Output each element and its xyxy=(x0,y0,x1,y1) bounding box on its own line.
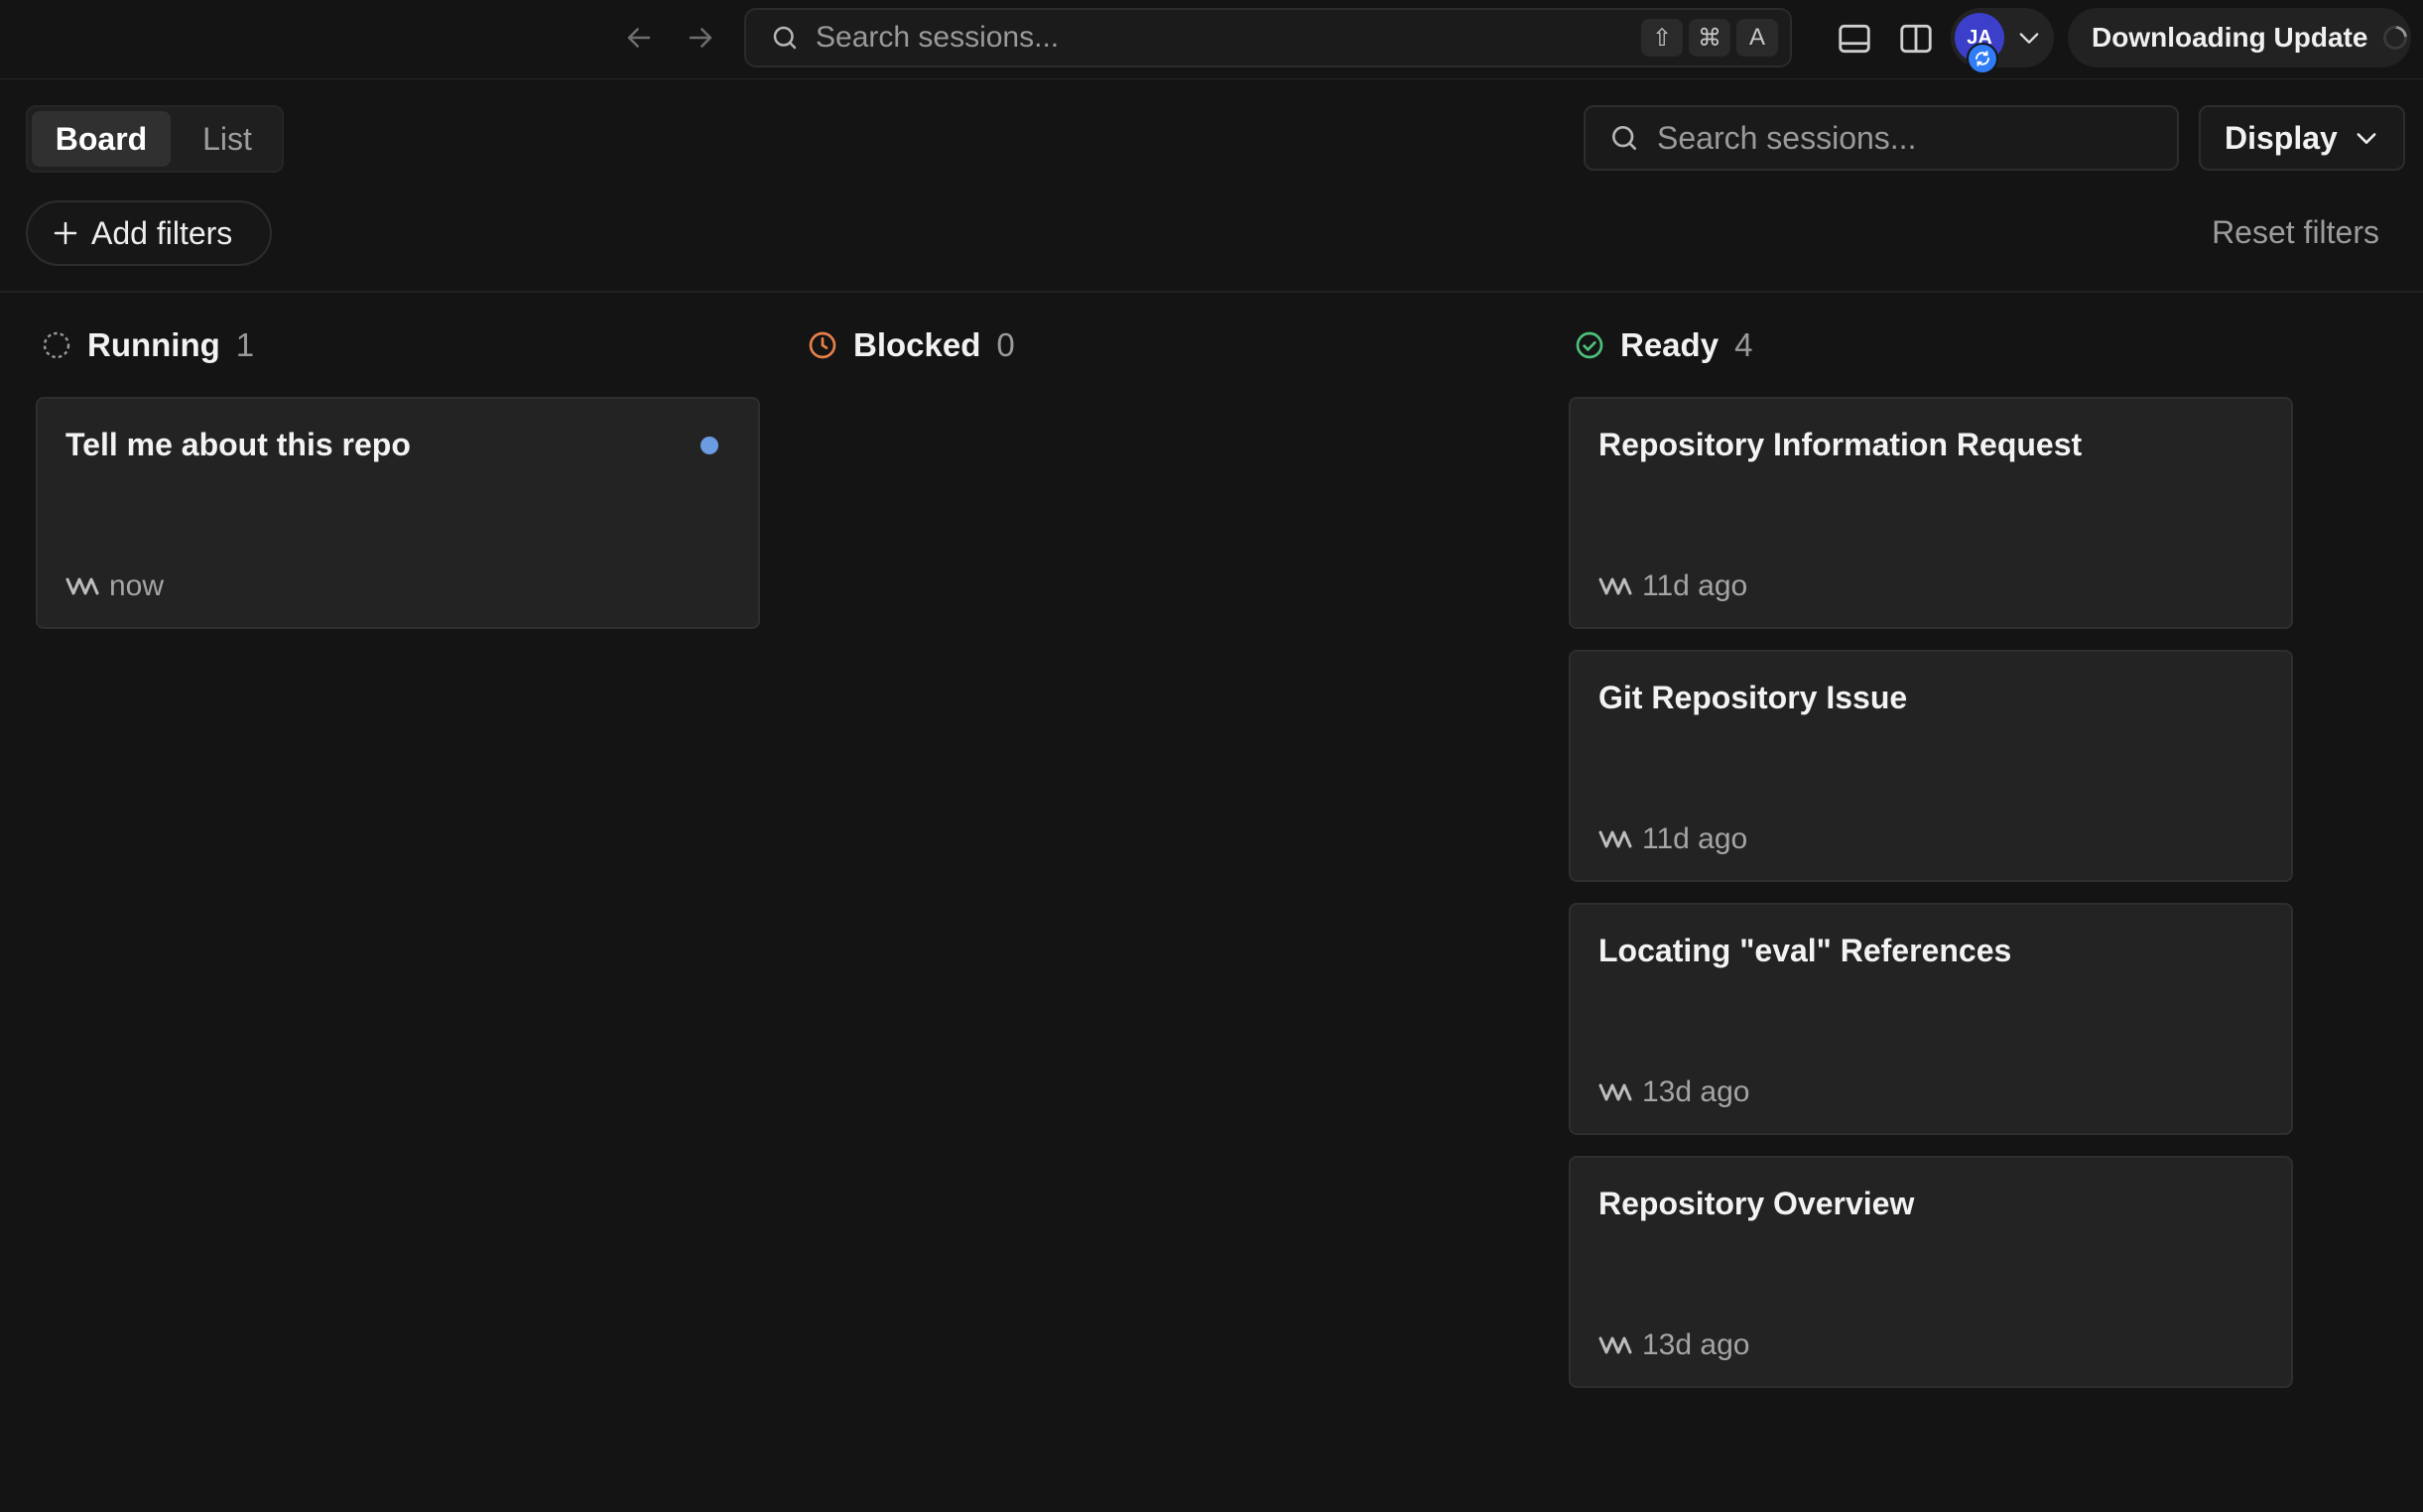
a-key: A xyxy=(1736,19,1778,57)
session-card[interactable]: Repository Information Request 11d ago xyxy=(1569,397,2293,629)
session-meta: 13d ago xyxy=(1598,1075,1749,1109)
column-count: 1 xyxy=(235,326,255,363)
session-title: Git Repository Issue xyxy=(1598,680,1908,715)
sync-icon xyxy=(1967,43,1998,74)
session-meta: 11d ago xyxy=(1598,822,1747,856)
session-card[interactable]: Locating "eval" References 13d ago xyxy=(1569,903,2293,1135)
shift-key: ⇧ xyxy=(1641,19,1683,57)
session-search-input[interactable]: Search sessions... xyxy=(1584,105,2179,171)
search-icon xyxy=(768,21,802,55)
forward-arrow-icon[interactable] xyxy=(683,20,718,56)
unread-dot xyxy=(701,437,718,454)
add-filters-button[interactable]: Add filters xyxy=(26,200,272,266)
column-header-ready: Ready 4 xyxy=(1573,325,1752,365)
update-label: Downloading Update xyxy=(2092,22,2368,53)
session-title: Repository Overview xyxy=(1598,1186,1915,1221)
workspace-logo-icon xyxy=(1598,1332,1634,1358)
workspace-logo-icon xyxy=(1598,1079,1634,1105)
clock-icon xyxy=(806,328,839,362)
column-title: Blocked xyxy=(853,326,981,363)
tab-board[interactable]: Board xyxy=(32,111,171,167)
display-button[interactable]: Display xyxy=(2199,105,2405,171)
downloading-update-button[interactable]: Downloading Update xyxy=(2068,8,2411,67)
session-card[interactable]: Git Repository Issue 11d ago xyxy=(1569,650,2293,882)
check-circle-icon xyxy=(1573,328,1606,362)
session-meta: now xyxy=(65,569,164,603)
session-title: Repository Information Request xyxy=(1598,427,2083,462)
session-time: 13d ago xyxy=(1642,1328,1750,1361)
session-title: Tell me about this repo xyxy=(65,427,411,462)
column-count: 4 xyxy=(1734,326,1753,363)
top-bar: Search sessions... ⇧ ⌘ A JA Downloading … xyxy=(0,0,2423,79)
session-time: 13d ago xyxy=(1642,1075,1750,1108)
tab-list[interactable]: List xyxy=(183,111,272,167)
column-header-running: Running 1 xyxy=(40,325,254,365)
column-title: Ready xyxy=(1620,326,1720,363)
session-title: Locating "eval" References xyxy=(1598,933,2012,968)
session-time: now xyxy=(109,569,165,602)
session-time: 11d ago xyxy=(1642,822,1748,855)
spinner-icon xyxy=(2381,24,2409,52)
display-label: Display xyxy=(2225,119,2338,156)
workspace-logo-icon xyxy=(1598,573,1634,599)
app-window: Search sessions... ⇧ ⌘ A JA Downloading … xyxy=(0,0,2423,1512)
session-meta: 11d ago xyxy=(1598,569,1747,603)
session-card[interactable]: Tell me about this repo now xyxy=(36,397,760,629)
dashed-circle-icon xyxy=(40,328,73,362)
column-header-blocked: Blocked 0 xyxy=(806,325,1015,365)
divider xyxy=(0,291,2423,293)
command-key: ⌘ xyxy=(1689,19,1730,57)
keyboard-shortcut: ⇧ ⌘ A xyxy=(1641,19,1778,57)
session-meta: 13d ago xyxy=(1598,1328,1749,1362)
search-icon xyxy=(1607,121,1641,155)
view-toggle: Board List xyxy=(26,105,284,173)
workspace-logo-icon xyxy=(65,573,101,599)
avatar: JA xyxy=(1955,13,2004,74)
split-view-toggle-icon[interactable] xyxy=(1895,18,1937,60)
add-filters-label: Add filters xyxy=(91,214,233,251)
column-count: 0 xyxy=(996,326,1015,363)
chevron-down-icon xyxy=(2014,23,2044,53)
global-search-input[interactable]: Search sessions... ⇧ ⌘ A xyxy=(744,8,1792,67)
session-search-placeholder: Search sessions... xyxy=(1657,119,1917,156)
account-menu-button[interactable]: JA xyxy=(1951,8,2054,74)
column-title: Running xyxy=(87,326,220,363)
global-search-placeholder: Search sessions... xyxy=(816,21,1060,54)
session-time: 11d ago xyxy=(1642,569,1748,602)
back-arrow-icon[interactable] xyxy=(621,20,657,56)
plus-icon xyxy=(50,217,81,249)
session-card[interactable]: Repository Overview 13d ago xyxy=(1569,1156,2293,1388)
chevron-down-icon xyxy=(2352,123,2381,153)
bottom-panel-toggle-icon[interactable] xyxy=(1834,18,1875,60)
workspace-logo-icon xyxy=(1598,826,1634,852)
reset-filters-button[interactable]: Reset filters xyxy=(2212,214,2379,251)
